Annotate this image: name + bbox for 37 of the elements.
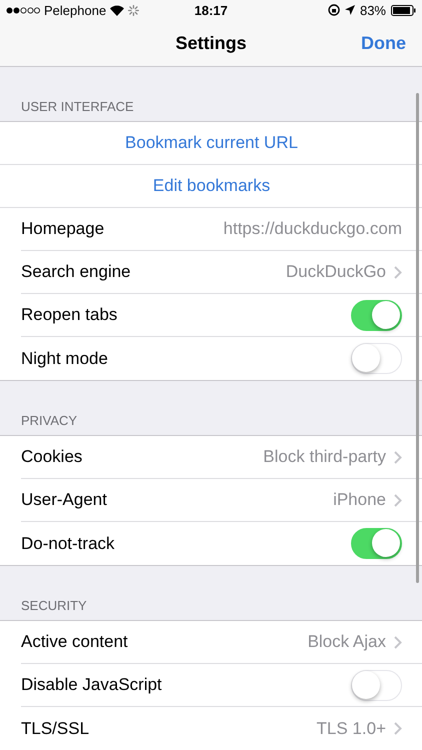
- toggle-switch[interactable]: [351, 528, 402, 559]
- setting-label: Night mode: [21, 348, 109, 368]
- battery-icon: [391, 4, 416, 16]
- chevron-icon: [394, 722, 402, 735]
- nav-title: Settings: [175, 32, 246, 54]
- setting-label: Do-not-track: [21, 534, 116, 554]
- homepage-value[interactable]: https://duckduckgo.com: [223, 219, 402, 239]
- chevron-icon: [394, 266, 402, 278]
- setting-label: Search engine: [21, 262, 132, 282]
- setting-value: Block Ajax: [308, 632, 386, 652]
- setting-label: Reopen tabs: [21, 305, 118, 325]
- section-header: SECURITY: [20, 597, 88, 615]
- setting-label: Cookies: [21, 447, 84, 467]
- done-button[interactable]: Done: [357, 31, 410, 56]
- chevron-icon: [394, 636, 402, 648]
- location-arrow-icon: [344, 5, 355, 15]
- rotation-lock-icon: [328, 4, 340, 16]
- setting-label: TLS/SSL: [21, 718, 90, 738]
- battery-percentage: 83%: [360, 2, 386, 18]
- wifi-icon: [110, 4, 124, 16]
- setting-value: iPhone: [333, 490, 386, 510]
- setting-label: Homepage: [21, 219, 106, 239]
- carrier-name: Pelephone: [44, 2, 106, 18]
- signal-icon: [6, 6, 40, 14]
- clock-time: 18:17: [194, 2, 228, 18]
- setting-label: Active content: [21, 632, 129, 652]
- setting-label: User-Agent: [21, 490, 108, 510]
- setting-value: DuckDuckGo: [286, 262, 386, 282]
- chevron-icon: [394, 450, 402, 464]
- section-header: PRIVACY: [20, 412, 78, 430]
- setting-value: TLS 1.0+: [316, 718, 386, 738]
- loading-spinner-icon: [128, 4, 140, 16]
- section-header: USER INTERFACE: [20, 98, 135, 116]
- chevron-icon: [394, 494, 402, 506]
- toggle-switch[interactable]: [351, 300, 402, 330]
- setting-value: Block third-party: [263, 447, 386, 467]
- setting-label: Disable JavaScript: [21, 675, 163, 695]
